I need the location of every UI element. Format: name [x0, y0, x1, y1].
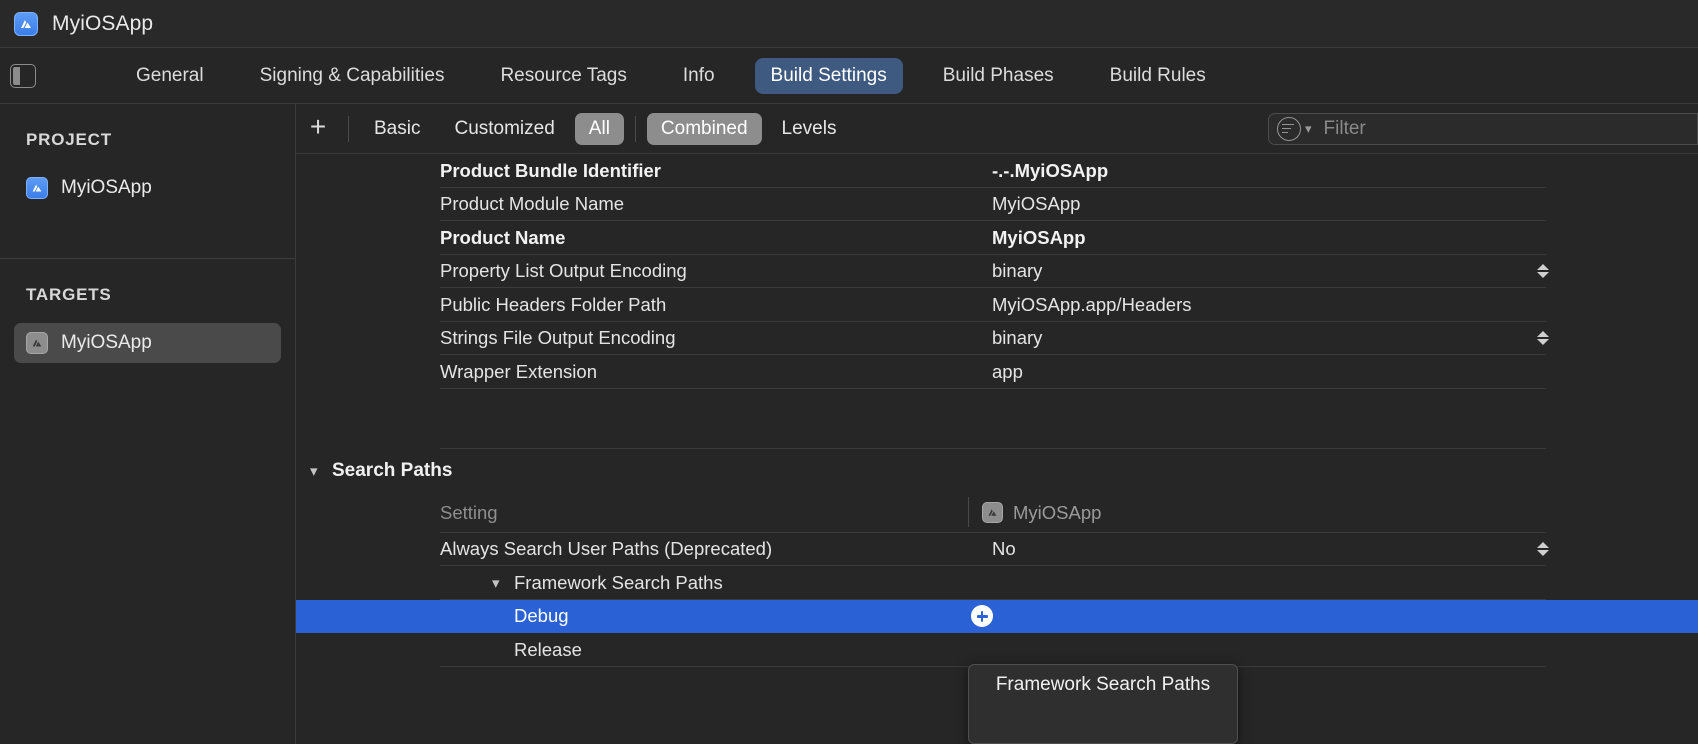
table-row[interactable]: Release — [296, 633, 1698, 667]
window-title: MyiOSApp — [52, 12, 153, 36]
column-header-setting: Setting — [440, 502, 498, 524]
setting-name: Release — [514, 639, 582, 661]
table-row[interactable]: Wrapper Extension app — [296, 355, 1698, 389]
app-store-icon — [26, 332, 48, 354]
table-row[interactable]: ▾ Framework Search Paths — [296, 566, 1698, 600]
project-item-label: MyiOSApp — [61, 177, 152, 199]
add-icon[interactable] — [971, 605, 993, 627]
setting-name: Wrapper Extension — [440, 361, 597, 383]
setting-name: Product Name — [440, 227, 565, 249]
editor-tab-bar: General Signing & Capabilities Resource … — [0, 48, 1698, 104]
table-row[interactable]: Property List Output Encoding binary — [296, 255, 1698, 289]
table-row[interactable]: Product Name MyiOSApp — [296, 221, 1698, 255]
table-row[interactable]: Debug — [296, 600, 1698, 634]
app-store-icon — [26, 177, 48, 199]
filter-mode-combined[interactable]: Combined — [647, 113, 762, 145]
sidebar-toggle-icon[interactable] — [10, 64, 36, 88]
app-store-icon — [982, 502, 1003, 523]
setting-name: Debug — [514, 605, 569, 627]
filter-search-field[interactable]: ▾ Filter — [1268, 113, 1698, 145]
section-spacer — [296, 389, 1698, 449]
project-section-header: PROJECT — [0, 130, 295, 150]
target-item-label: MyiOSApp — [61, 332, 152, 354]
xcode-window: MyiOSApp General Signing & Capabilities … — [0, 0, 1698, 744]
table-row[interactable]: Product Bundle Identifier -.-.MyiOSApp — [296, 154, 1698, 188]
filter-scope-all[interactable]: All — [575, 113, 624, 145]
setting-value[interactable]: No — [992, 538, 1016, 560]
setting-name: Product Module Name — [440, 193, 624, 215]
tooltip-popup: Framework Search Paths — [968, 664, 1238, 744]
setting-name: Property List Output Encoding — [440, 260, 687, 282]
project-navigator: PROJECT MyiOSApp TARGETS MyiOSApp — [0, 104, 296, 744]
tooltip-text: Framework Search Paths — [996, 674, 1210, 743]
column-header-target-label: MyiOSApp — [1013, 502, 1101, 524]
group-header-search-paths[interactable]: ▾ Search Paths — [296, 449, 1698, 493]
setting-value[interactable]: MyiOSApp.app/Headers — [992, 294, 1192, 316]
filter-mode-levels[interactable]: Levels — [768, 113, 851, 145]
setting-value[interactable]: binary — [992, 327, 1042, 349]
project-item-myiosapp[interactable]: MyiOSApp — [14, 168, 281, 208]
settings-table: Product Bundle Identifier -.-.MyiOSApp P… — [296, 154, 1698, 667]
stepper-icon[interactable] — [1536, 331, 1550, 345]
build-settings-editor: + Basic Customized All Combined Levels ▾… — [296, 104, 1698, 744]
column-header-target: MyiOSApp — [982, 502, 1101, 524]
setting-name: Framework Search Paths — [514, 572, 723, 594]
setting-value[interactable]: -.-.MyiOSApp — [992, 160, 1108, 182]
tab-signing-capabilities[interactable]: Signing & Capabilities — [244, 58, 461, 94]
chevron-down-icon[interactable]: ▾ — [310, 462, 332, 480]
setting-value[interactable]: app — [992, 361, 1023, 383]
filter-input-placeholder: Filter — [1324, 118, 1366, 140]
table-row[interactable]: Always Search User Paths (Deprecated) No — [296, 533, 1698, 567]
tab-info[interactable]: Info — [667, 58, 731, 94]
column-header-row: Setting MyiOSApp — [296, 493, 1698, 533]
stepper-icon[interactable] — [1536, 264, 1550, 278]
setting-value[interactable]: binary — [992, 260, 1042, 282]
chevron-down-icon[interactable]: ▾ — [1305, 121, 1312, 137]
tab-general[interactable]: General — [120, 58, 220, 94]
add-setting-button[interactable]: + — [296, 113, 340, 144]
setting-name: Strings File Output Encoding — [440, 327, 676, 349]
build-settings-toolbar: + Basic Customized All Combined Levels ▾… — [296, 104, 1698, 154]
toolbar-divider-2 — [635, 116, 636, 142]
column-divider — [968, 497, 969, 527]
filter-icon[interactable] — [1277, 117, 1301, 141]
group-title: Search Paths — [332, 460, 452, 482]
setting-name: Product Bundle Identifier — [440, 160, 661, 182]
tab-list: General Signing & Capabilities Resource … — [120, 58, 1246, 94]
tab-build-rules[interactable]: Build Rules — [1094, 58, 1222, 94]
table-row[interactable]: Public Headers Folder Path MyiOSApp.app/… — [296, 288, 1698, 322]
filter-scope-basic[interactable]: Basic — [360, 113, 434, 145]
setting-value[interactable]: MyiOSApp — [992, 193, 1080, 215]
tab-resource-tags[interactable]: Resource Tags — [484, 58, 642, 94]
targets-section-header: TARGETS — [0, 285, 295, 305]
stepper-icon[interactable] — [1536, 542, 1550, 556]
setting-name: Public Headers Folder Path — [440, 294, 666, 316]
target-item-myiosapp[interactable]: MyiOSApp — [14, 323, 281, 363]
chevron-down-icon[interactable]: ▾ — [492, 574, 500, 592]
tab-build-settings[interactable]: Build Settings — [755, 58, 903, 94]
title-bar: MyiOSApp — [0, 0, 1698, 48]
table-row[interactable]: Strings File Output Encoding binary — [296, 322, 1698, 356]
toolbar-divider — [348, 116, 349, 142]
tab-build-phases[interactable]: Build Phases — [927, 58, 1070, 94]
filter-scope-customized[interactable]: Customized — [440, 113, 568, 145]
setting-name: Always Search User Paths (Deprecated) — [440, 538, 772, 560]
table-row[interactable]: Product Module Name MyiOSApp — [296, 188, 1698, 222]
setting-value[interactable]: MyiOSApp — [992, 227, 1086, 249]
app-store-icon — [14, 12, 38, 36]
